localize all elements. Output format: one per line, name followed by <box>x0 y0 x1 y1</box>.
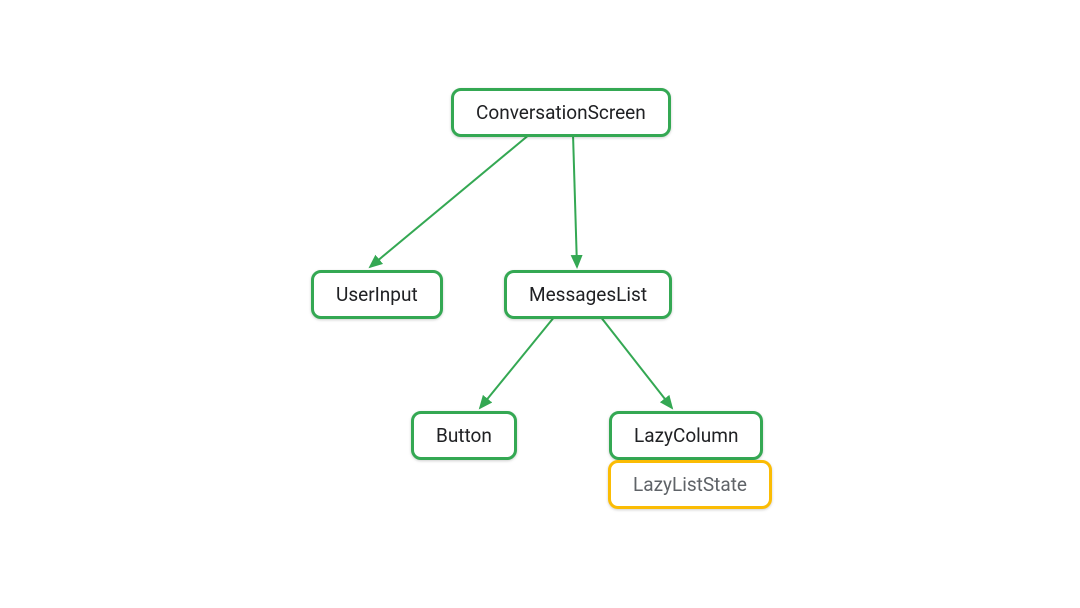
node-label: LazyListState <box>633 473 747 496</box>
node-label: LazyColumn <box>634 424 738 447</box>
node-label: UserInput <box>336 283 418 306</box>
node-label: Button <box>436 424 492 447</box>
node-label: ConversationScreen <box>476 101 646 124</box>
node-messages-list: MessagesList <box>504 270 672 319</box>
node-conversation-screen: ConversationScreen <box>451 88 671 137</box>
node-lazy-column: LazyColumn <box>609 411 763 460</box>
node-label: MessagesList <box>529 283 647 306</box>
node-user-input: UserInput <box>311 270 443 319</box>
node-button: Button <box>411 411 517 460</box>
node-lazy-list-state: LazyListState <box>608 460 772 509</box>
